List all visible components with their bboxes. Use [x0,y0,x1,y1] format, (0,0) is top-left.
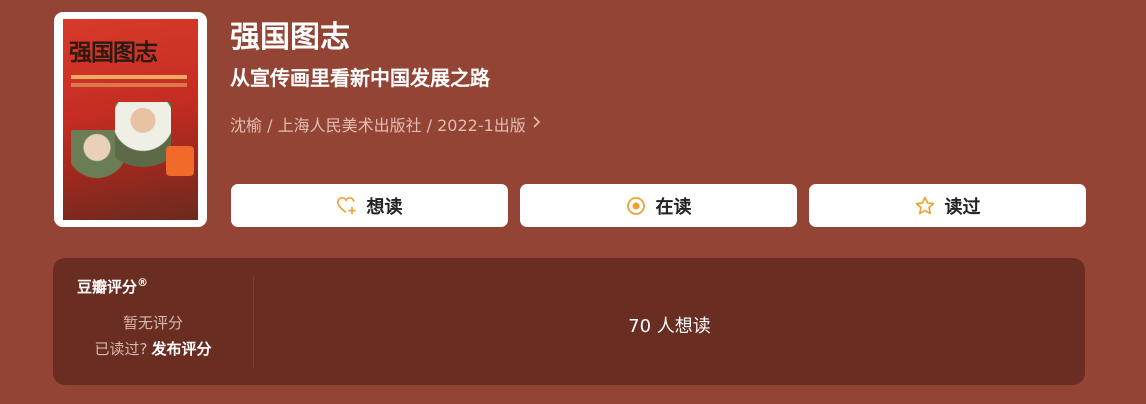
book-meta-link[interactable]: 沈榆 / 上海人民美术出版社 / 2022-1出版 [230,112,541,136]
no-rating-text: 暂无评分 [122,314,183,332]
star-icon [915,196,935,216]
reading-label: 在读 [655,196,692,218]
registered-mark: ® [137,276,149,289]
want-to-read-button[interactable]: 想读 [231,184,508,227]
cover-title-text: 强国图志 [69,39,158,66]
post-rating-link[interactable]: 发布评分 [151,340,211,358]
rating-title: 豆瓣评分® [77,276,148,297]
want-count-text[interactable]: 70 人想读 [254,312,1085,338]
want-to-read-label: 想读 [366,196,403,218]
have-read-label: 读过 [944,196,981,218]
read-prompt-text: 已读过? [94,340,148,358]
cover-decoration [71,83,187,87]
cover-figure [166,146,194,176]
book-cover-image: 强国图志 [63,19,198,220]
rating-prompt: 已读过? 发布评分 [53,338,253,359]
have-read-button[interactable]: 读过 [809,184,1086,227]
rating-title-text: 豆瓣评分 [77,278,138,296]
chevron-right-icon [532,116,541,132]
book-cover[interactable]: 强国图志 [54,12,207,227]
reading-button[interactable]: 在读 [520,184,797,227]
cover-figure [115,102,171,194]
target-circle-icon [626,196,646,216]
cover-decoration [71,75,187,79]
book-meta-text: 沈榆 / 上海人民美术出版社 / 2022-1出版 [230,116,526,135]
book-title: 强国图志 [230,20,350,55]
heart-plus-icon [336,196,357,216]
rating-panel: 豆瓣评分® 暂无评分 已读过? 发布评分 70 人想读 [53,258,1085,385]
book-subtitle: 从宣传画里看新中国发展之路 [230,66,490,90]
